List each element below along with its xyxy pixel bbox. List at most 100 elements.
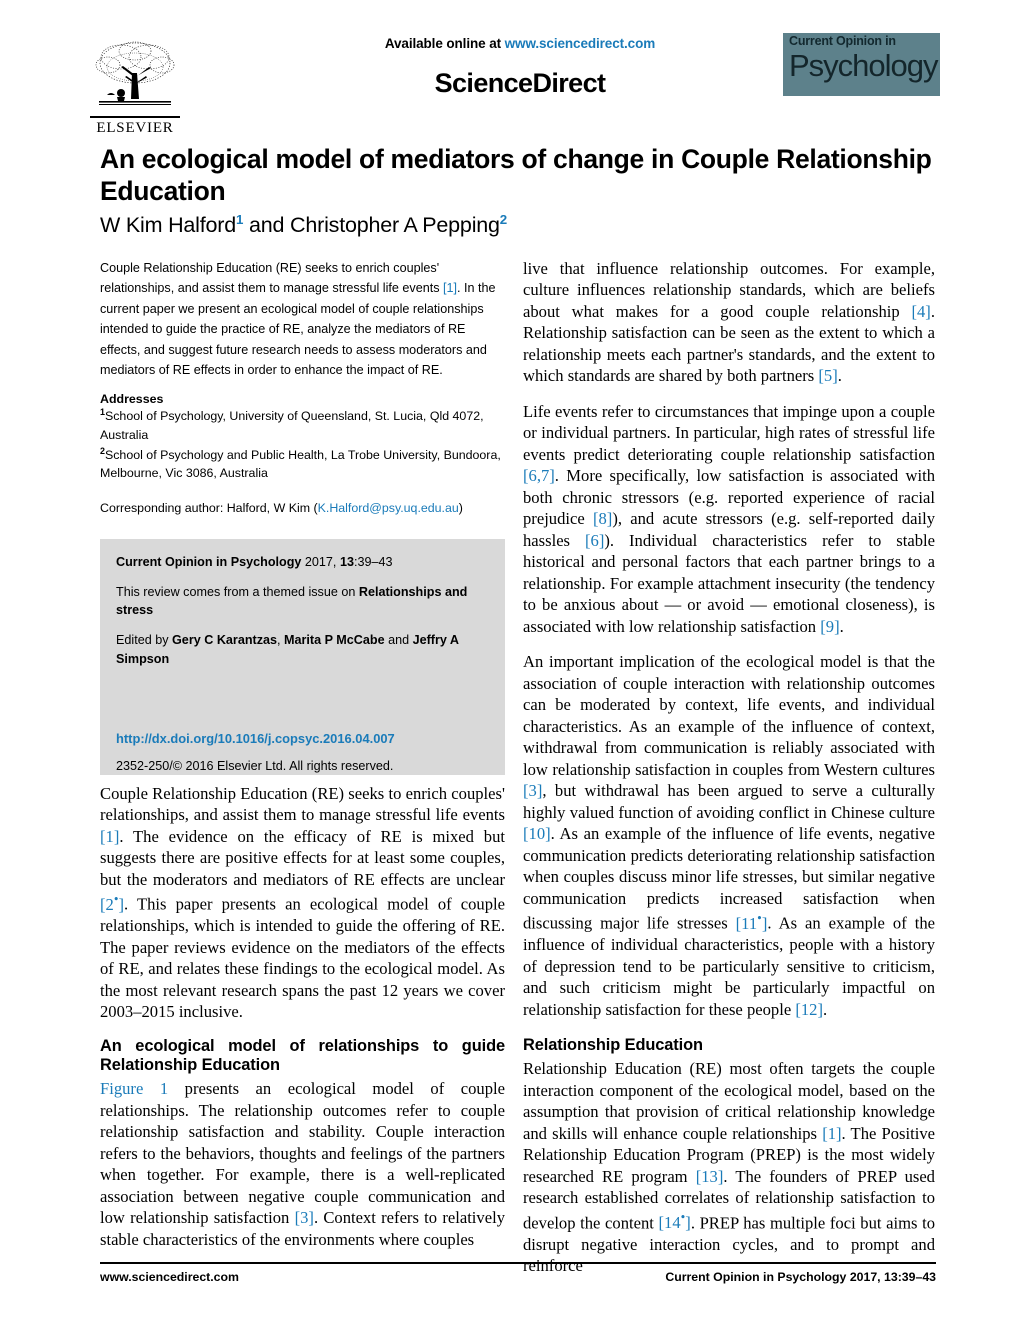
figure-1-link[interactable]: Figure 1 [100, 1079, 168, 1098]
article-authors: W Kim Halford1 and Christopher A Pepping… [100, 212, 945, 238]
copyright-line: 2352-250/© 2016 Elsevier Ltd. All rights… [116, 758, 394, 773]
corresponding-prefix: Corresponding author: Halford, W Kim ( [100, 501, 318, 516]
footer-volume: 13 [884, 1269, 898, 1284]
footer-website[interactable]: www.sciencedirect.com [100, 1270, 239, 1284]
rp4-ref-14-num: [14 [658, 1213, 681, 1233]
corresponding-author: Corresponding author: Halford, W Kim (K.… [100, 499, 505, 518]
lp2-ref-3[interactable]: [3] [295, 1208, 314, 1227]
editors-line: Edited by Gery C Karantzas, Marita P McC… [116, 631, 489, 668]
footer-pages: :39–43 [897, 1269, 936, 1284]
journal-logo-line1: Current Opinion in [789, 34, 896, 48]
abstract-text-a: Couple Relationship Education (RE) seeks… [100, 261, 444, 296]
lp1-b: . The evidence on the efficacy of RE is … [100, 826, 505, 889]
rp4-ref-14[interactable]: [14•] [658, 1210, 691, 1233]
address-2-text: School of Psychology and Public Health, … [100, 447, 501, 481]
right-column: live that influence relationship outcome… [523, 258, 935, 1291]
lp1-ref-2[interactable]: [2•] [100, 891, 124, 914]
rp2-ref-8[interactable]: [8] [593, 509, 612, 528]
rp1-a: live that influence relationship outcome… [523, 259, 935, 321]
footer-year: 2017, [846, 1269, 885, 1284]
abstract-ref-1[interactable]: [1] [443, 281, 457, 295]
rp3-ref-3[interactable]: [3] [523, 781, 542, 800]
rp3-ref-10[interactable]: [10] [523, 824, 551, 843]
rp3-ref-12[interactable]: [12] [795, 1000, 823, 1019]
left-paragraph-2: Figure 1 presents an ecological model of… [100, 1078, 505, 1250]
authors-conjunction: and [243, 212, 291, 237]
left-column: Couple Relationship Education (RE) seeks… [100, 258, 505, 1264]
available-online-prefix: Available online at [384, 36, 505, 51]
elsevier-logo: ELSEVIER [85, 28, 185, 136]
address-item-2: 2School of Psychology and Public Health,… [100, 445, 505, 483]
rp3-b: , but withdrawal has been argued to serv… [523, 781, 935, 822]
rp3-ref-11-num: [11 [735, 913, 758, 933]
abstract: Couple Relationship Education (RE) seeks… [100, 258, 505, 380]
corresponding-suffix: ) [458, 501, 463, 516]
journal-citation-volume: 13 [339, 554, 354, 569]
lp1-c: . This paper presents an ecological mode… [100, 894, 505, 1022]
rp3-e: . [823, 999, 828, 1019]
editors-sep-1: , [277, 633, 285, 648]
masthead: ELSEVIER Available online at www.science… [85, 28, 940, 140]
author-2-affiliation-marker[interactable]: 2 [500, 212, 507, 227]
article-title: An ecological model of mediators of chan… [100, 144, 932, 207]
journal-citation-year: 2017, [301, 554, 340, 569]
rp3-a: An important implication of the ecologic… [523, 652, 935, 779]
rp1-ref-5[interactable]: [5] [818, 366, 837, 385]
lp1-ref-2-num: [2 [100, 894, 114, 914]
sciencedirect-wordmark: ScienceDirect [434, 68, 606, 98]
right-paragraph-2: Life events refer to circumstances that … [523, 401, 935, 637]
right-section-heading-1: Relationship Education [523, 1036, 703, 1054]
right-body-text: live that influence relationship outcome… [523, 258, 935, 1277]
editor-2: Marita P McCabe [284, 633, 385, 648]
corresponding-email-link[interactable]: K.Halford@psy.uq.edu.au [318, 501, 459, 515]
journal-logo: Current Opinion in Psychology [783, 33, 940, 96]
rp2-a: Life events refer to circumstances that … [523, 401, 935, 464]
themed-issue-line: This review comes from a themed issue on… [116, 583, 489, 620]
left-paragraph-1: Couple Relationship Education (RE) seeks… [100, 783, 505, 1023]
rp3-ref-11[interactable]: [11•] [735, 910, 768, 933]
rp4-ref-1[interactable]: [1] [822, 1124, 841, 1143]
rp2-e: . [839, 616, 844, 636]
available-online-line: Available online at www.sciencedirect.co… [300, 36, 740, 51]
journal-logo-line2: Psychology [789, 47, 939, 83]
sciencedirect-url-link[interactable]: www.sciencedirect.com [505, 36, 656, 51]
rp4-ref-13[interactable]: [13] [696, 1167, 724, 1186]
editor-1: Gery C Karantzas [172, 633, 278, 648]
edited-by-prefix: Edited by [116, 633, 173, 648]
address-item-1: 1School of Psychology, University of Que… [100, 406, 505, 444]
title-block: An ecological model of mediators of chan… [100, 143, 945, 238]
doi-link[interactable]: http://dx.doi.org/10.1016/j.copsyc.2016.… [116, 731, 489, 746]
rp2-ref-67[interactable]: [6,7] [523, 466, 555, 485]
elsevier-wordmark: ELSEVIER [96, 119, 174, 136]
rp2-ref-9[interactable]: [9] [820, 617, 839, 636]
left-body-text: Couple Relationship Education (RE) seeks… [100, 783, 505, 1250]
rp2-ref-6[interactable]: [6] [585, 531, 604, 550]
page-footer: www.sciencedirect.com Current Opinion in… [100, 1262, 936, 1284]
journal-citation-name: Current Opinion in Psychology [116, 554, 302, 569]
right-paragraph-4: Relationship Education (RE) most often t… [523, 1058, 935, 1276]
left-section-heading-1: An ecological model of relationships to … [100, 1036, 505, 1074]
author-1-name: W Kim Halford [100, 212, 236, 237]
lp2-a: presents an ecological model of couple r… [100, 1079, 505, 1228]
editors-sep-2: and [384, 633, 413, 648]
footer-citation: Current Opinion in Psychology 2017, 13:3… [665, 1270, 936, 1284]
journal-info-box: Current Opinion in Psychology 2017, 13:3… [100, 538, 505, 775]
elsevier-tree-icon [95, 41, 175, 105]
footer-row: www.sciencedirect.com Current Opinion in… [100, 1270, 936, 1284]
sciencedirect-block: Available online at www.sciencedirect.co… [300, 36, 740, 99]
addresses-heading: Addresses [100, 392, 164, 407]
lp1-ref-1[interactable]: [1] [100, 827, 119, 846]
right-paragraph-3: An important implication of the ecologic… [523, 651, 935, 1020]
rp1-ref-4[interactable]: [4] [911, 302, 930, 321]
rp1-c: . [837, 366, 842, 386]
elsevier-rule [90, 115, 180, 118]
abstract-text-b: . In the current paper we present an eco… [100, 281, 496, 377]
address-1-text: School of Psychology, University of Quee… [100, 409, 484, 443]
lp1-a: Couple Relationship Education (RE) seeks… [100, 783, 505, 825]
journal-citation-pages: :39–43 [353, 554, 393, 569]
footer-divider [100, 1262, 936, 1264]
paper-page: ELSEVIER Available online at www.science… [0, 0, 1020, 1323]
footer-journal-name: Current Opinion in Psychology [665, 1269, 847, 1284]
author-2-name: Christopher A Pepping [290, 212, 500, 237]
themed-issue-prefix: This review comes from a themed issue on [116, 584, 359, 599]
